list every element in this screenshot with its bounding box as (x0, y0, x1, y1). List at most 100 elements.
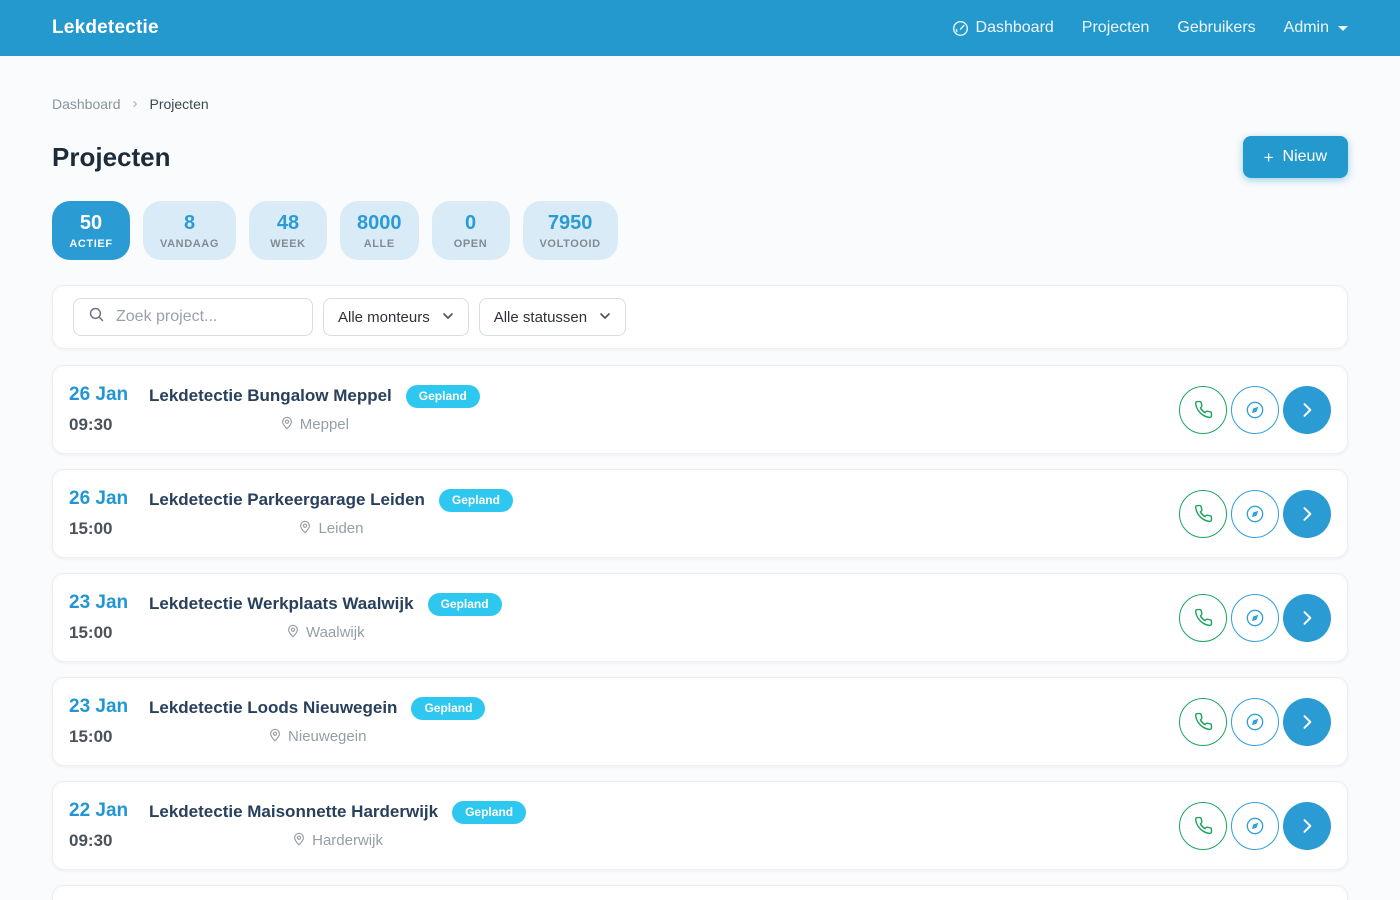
project-location: Leiden (149, 520, 513, 538)
open-project-button[interactable] (1283, 802, 1331, 850)
navigate-button[interactable] (1231, 698, 1279, 746)
navigate-button[interactable] (1231, 490, 1279, 538)
project-date: 22 Jan (69, 800, 149, 822)
nav-item-label: Admin (1284, 19, 1329, 37)
open-project-button[interactable] (1283, 698, 1331, 746)
nav-item-gebruikers[interactable]: Gebruikers (1177, 19, 1255, 37)
stat-pill-actief[interactable]: 50 ACTIEF (52, 201, 130, 260)
gauge-icon (952, 20, 969, 37)
call-button[interactable] (1179, 594, 1227, 642)
status-badge: Gepland (428, 593, 502, 615)
stat-pill-open[interactable]: 0 OPEN (432, 201, 510, 260)
call-button[interactable] (1179, 802, 1227, 850)
nav-item-dashboard[interactable]: Dashboard (952, 19, 1054, 37)
open-project-button[interactable] (1283, 386, 1331, 434)
page-title: Projecten (52, 142, 171, 173)
project-main: Lekdetectie Bungalow Meppel Gepland Mepp… (149, 385, 480, 433)
project-date: 23 Jan (69, 592, 149, 614)
project-title: Lekdetectie Bungalow Meppel (149, 386, 392, 406)
project-date: 26 Jan (69, 384, 149, 406)
nav-item-projecten[interactable]: Projecten (1082, 19, 1150, 37)
project-time: 15:00 (69, 727, 149, 747)
map-pin-icon (298, 520, 312, 538)
project-time: 15:00 (69, 623, 149, 643)
breadcrumb: Dashboard › Projecten (52, 96, 1348, 112)
stat-label: ACTIEF (69, 238, 113, 250)
monteurs-select[interactable]: Alle monteurs (323, 298, 469, 336)
stat-filter-pills: 50 ACTIEF 8 VANDAAG 48 WEEK 8000 ALLE 0 … (52, 201, 1348, 260)
new-project-button[interactable]: + Nieuw (1243, 136, 1348, 178)
chevron-down-icon (442, 309, 454, 326)
stat-value: 50 (69, 211, 113, 235)
project-row[interactable]: 26 Jan 09:30 Lekdetectie Bungalow Meppel… (52, 365, 1348, 454)
stat-pill-week[interactable]: 48 WEEK (249, 201, 327, 260)
nav-item-label: Dashboard (976, 19, 1054, 37)
call-button[interactable] (1179, 490, 1227, 538)
stat-value: 7950 (540, 211, 601, 235)
project-location-label: Nieuwegein (288, 728, 366, 745)
stat-value: 48 (266, 211, 310, 235)
stat-label: VANDAAG (160, 238, 219, 250)
project-row[interactable]: 22 Jan 09:30 Lekdetectie Maisonnette Har… (52, 781, 1348, 870)
phone-icon (1194, 816, 1213, 835)
project-row[interactable]: 23 Jan 15:00 Lekdetectie Loods Nieuwegei… (52, 677, 1348, 766)
project-title: Lekdetectie Maisonnette Harderwijk (149, 802, 438, 822)
stat-pill-vandaag[interactable]: 8 VANDAAG (143, 201, 236, 260)
compass-icon (1245, 712, 1265, 732)
stat-label: WEEK (266, 238, 310, 250)
brand-logo[interactable]: Lekdetectie (52, 17, 159, 39)
main-content: Dashboard › Projecten Projecten + Nieuw … (0, 56, 1400, 900)
nav-links: Dashboard Projecten Gebruikers Admin (952, 19, 1348, 37)
compass-icon (1245, 400, 1265, 420)
date-column: 23 Jan 15:00 (69, 592, 149, 643)
status-badge: Gepland (452, 801, 526, 823)
open-project-button[interactable] (1283, 490, 1331, 538)
project-location-label: Waalwijk (306, 624, 365, 641)
breadcrumb-dashboard[interactable]: Dashboard (52, 96, 121, 112)
stat-value: 0 (449, 211, 493, 235)
compass-icon (1245, 816, 1265, 836)
filter-bar: Alle monteurs Alle statussen (52, 285, 1348, 349)
new-project-button-label: Nieuw (1283, 148, 1327, 166)
chevron-right-icon (1297, 400, 1317, 420)
project-title: Lekdetectie Loods Nieuwegein (149, 698, 397, 718)
project-time: 09:30 (69, 415, 149, 435)
stat-label: VOLTOOID (540, 238, 601, 250)
call-button[interactable] (1179, 698, 1227, 746)
navigate-button[interactable] (1231, 594, 1279, 642)
project-time: 09:30 (69, 831, 149, 851)
project-location-label: Leiden (318, 520, 363, 537)
navigate-button[interactable] (1231, 802, 1279, 850)
plus-icon: + (1264, 149, 1274, 166)
call-button[interactable] (1179, 386, 1227, 434)
page-header: Projecten + Nieuw (52, 136, 1348, 178)
project-location-label: Meppel (300, 416, 349, 433)
project-location: Harderwijk (149, 832, 526, 850)
phone-icon (1194, 608, 1213, 627)
status-badge: Gepland (411, 697, 485, 719)
statussen-select[interactable]: Alle statussen (479, 298, 626, 336)
top-navbar: Lekdetectie Dashboard Projecten Gebruike… (0, 0, 1400, 56)
search-input[interactable] (116, 308, 298, 326)
project-date: 23 Jan (69, 696, 149, 718)
map-pin-icon (268, 728, 282, 746)
stat-pill-voltooid[interactable]: 7950 VOLTOOID (523, 201, 618, 260)
chevron-right-icon (1297, 712, 1317, 732)
row-actions (1179, 594, 1331, 642)
chevron-down-icon (599, 309, 611, 326)
navigate-button[interactable] (1231, 386, 1279, 434)
compass-icon (1245, 504, 1265, 524)
stat-value: 8 (160, 211, 219, 235)
project-row[interactable]: 26 Jan 15:00 Lekdetectie Parkeergarage L… (52, 469, 1348, 558)
project-row-partial[interactable] (52, 885, 1348, 900)
row-actions (1179, 386, 1331, 434)
open-project-button[interactable] (1283, 594, 1331, 642)
stat-label: ALLE (357, 238, 402, 250)
project-main: Lekdetectie Maisonnette Harderwijk Gepla… (149, 801, 526, 849)
row-actions (1179, 698, 1331, 746)
project-date: 26 Jan (69, 488, 149, 510)
stat-pill-alle[interactable]: 8000 ALLE (340, 201, 419, 260)
project-row[interactable]: 23 Jan 15:00 Lekdetectie Werkplaats Waal… (52, 573, 1348, 662)
phone-icon (1194, 504, 1213, 523)
nav-item-admin[interactable]: Admin (1284, 19, 1348, 37)
